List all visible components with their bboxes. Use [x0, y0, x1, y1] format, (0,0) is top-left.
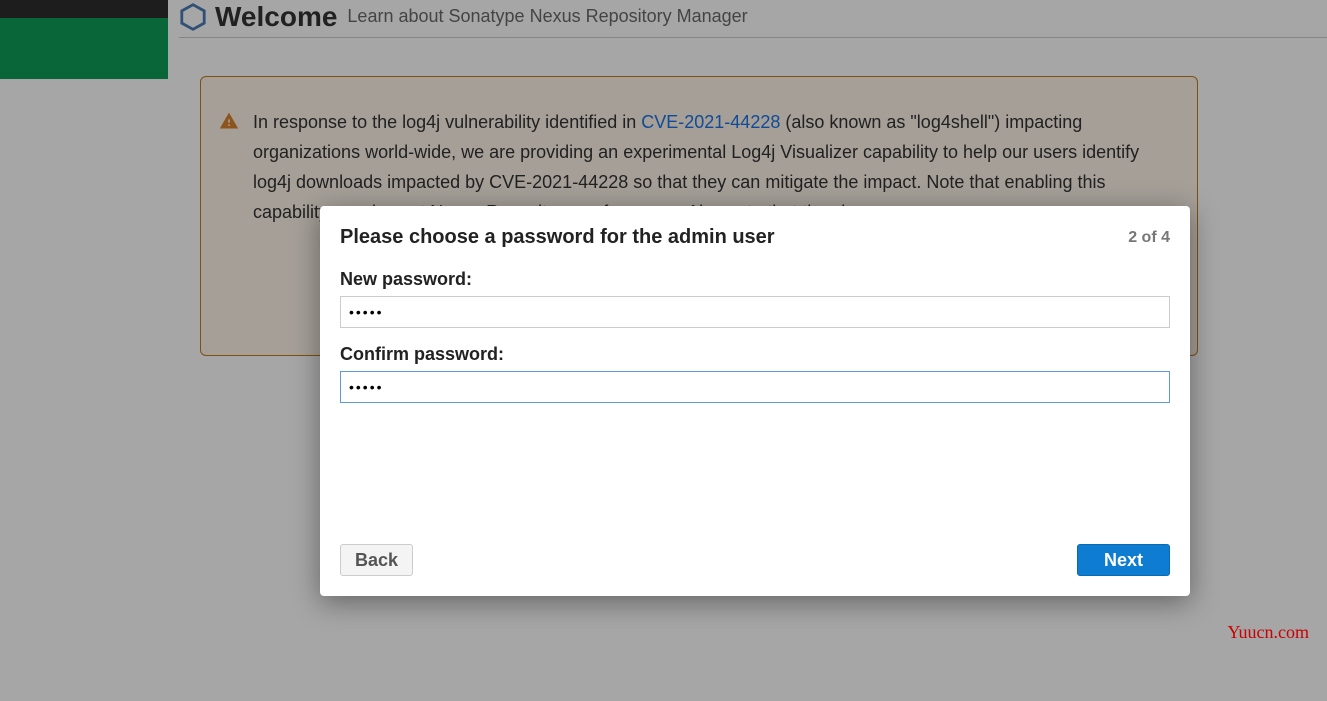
next-button[interactable]: Next [1077, 544, 1170, 576]
new-password-input[interactable] [340, 296, 1170, 328]
back-button[interactable]: Back [340, 544, 413, 576]
modal-footer: Back Next [340, 544, 1170, 576]
confirm-password-label: Confirm password: [340, 344, 1170, 365]
confirm-password-input[interactable] [340, 371, 1170, 403]
step-indicator: 2 of 4 [1128, 229, 1170, 247]
modal-header: Please choose a password for the admin u… [340, 226, 1170, 249]
setup-wizard-modal: Please choose a password for the admin u… [320, 206, 1190, 596]
watermark: Yuucn.com [1228, 622, 1309, 643]
new-password-label: New password: [340, 269, 1170, 290]
modal-title: Please choose a password for the admin u… [340, 226, 775, 249]
